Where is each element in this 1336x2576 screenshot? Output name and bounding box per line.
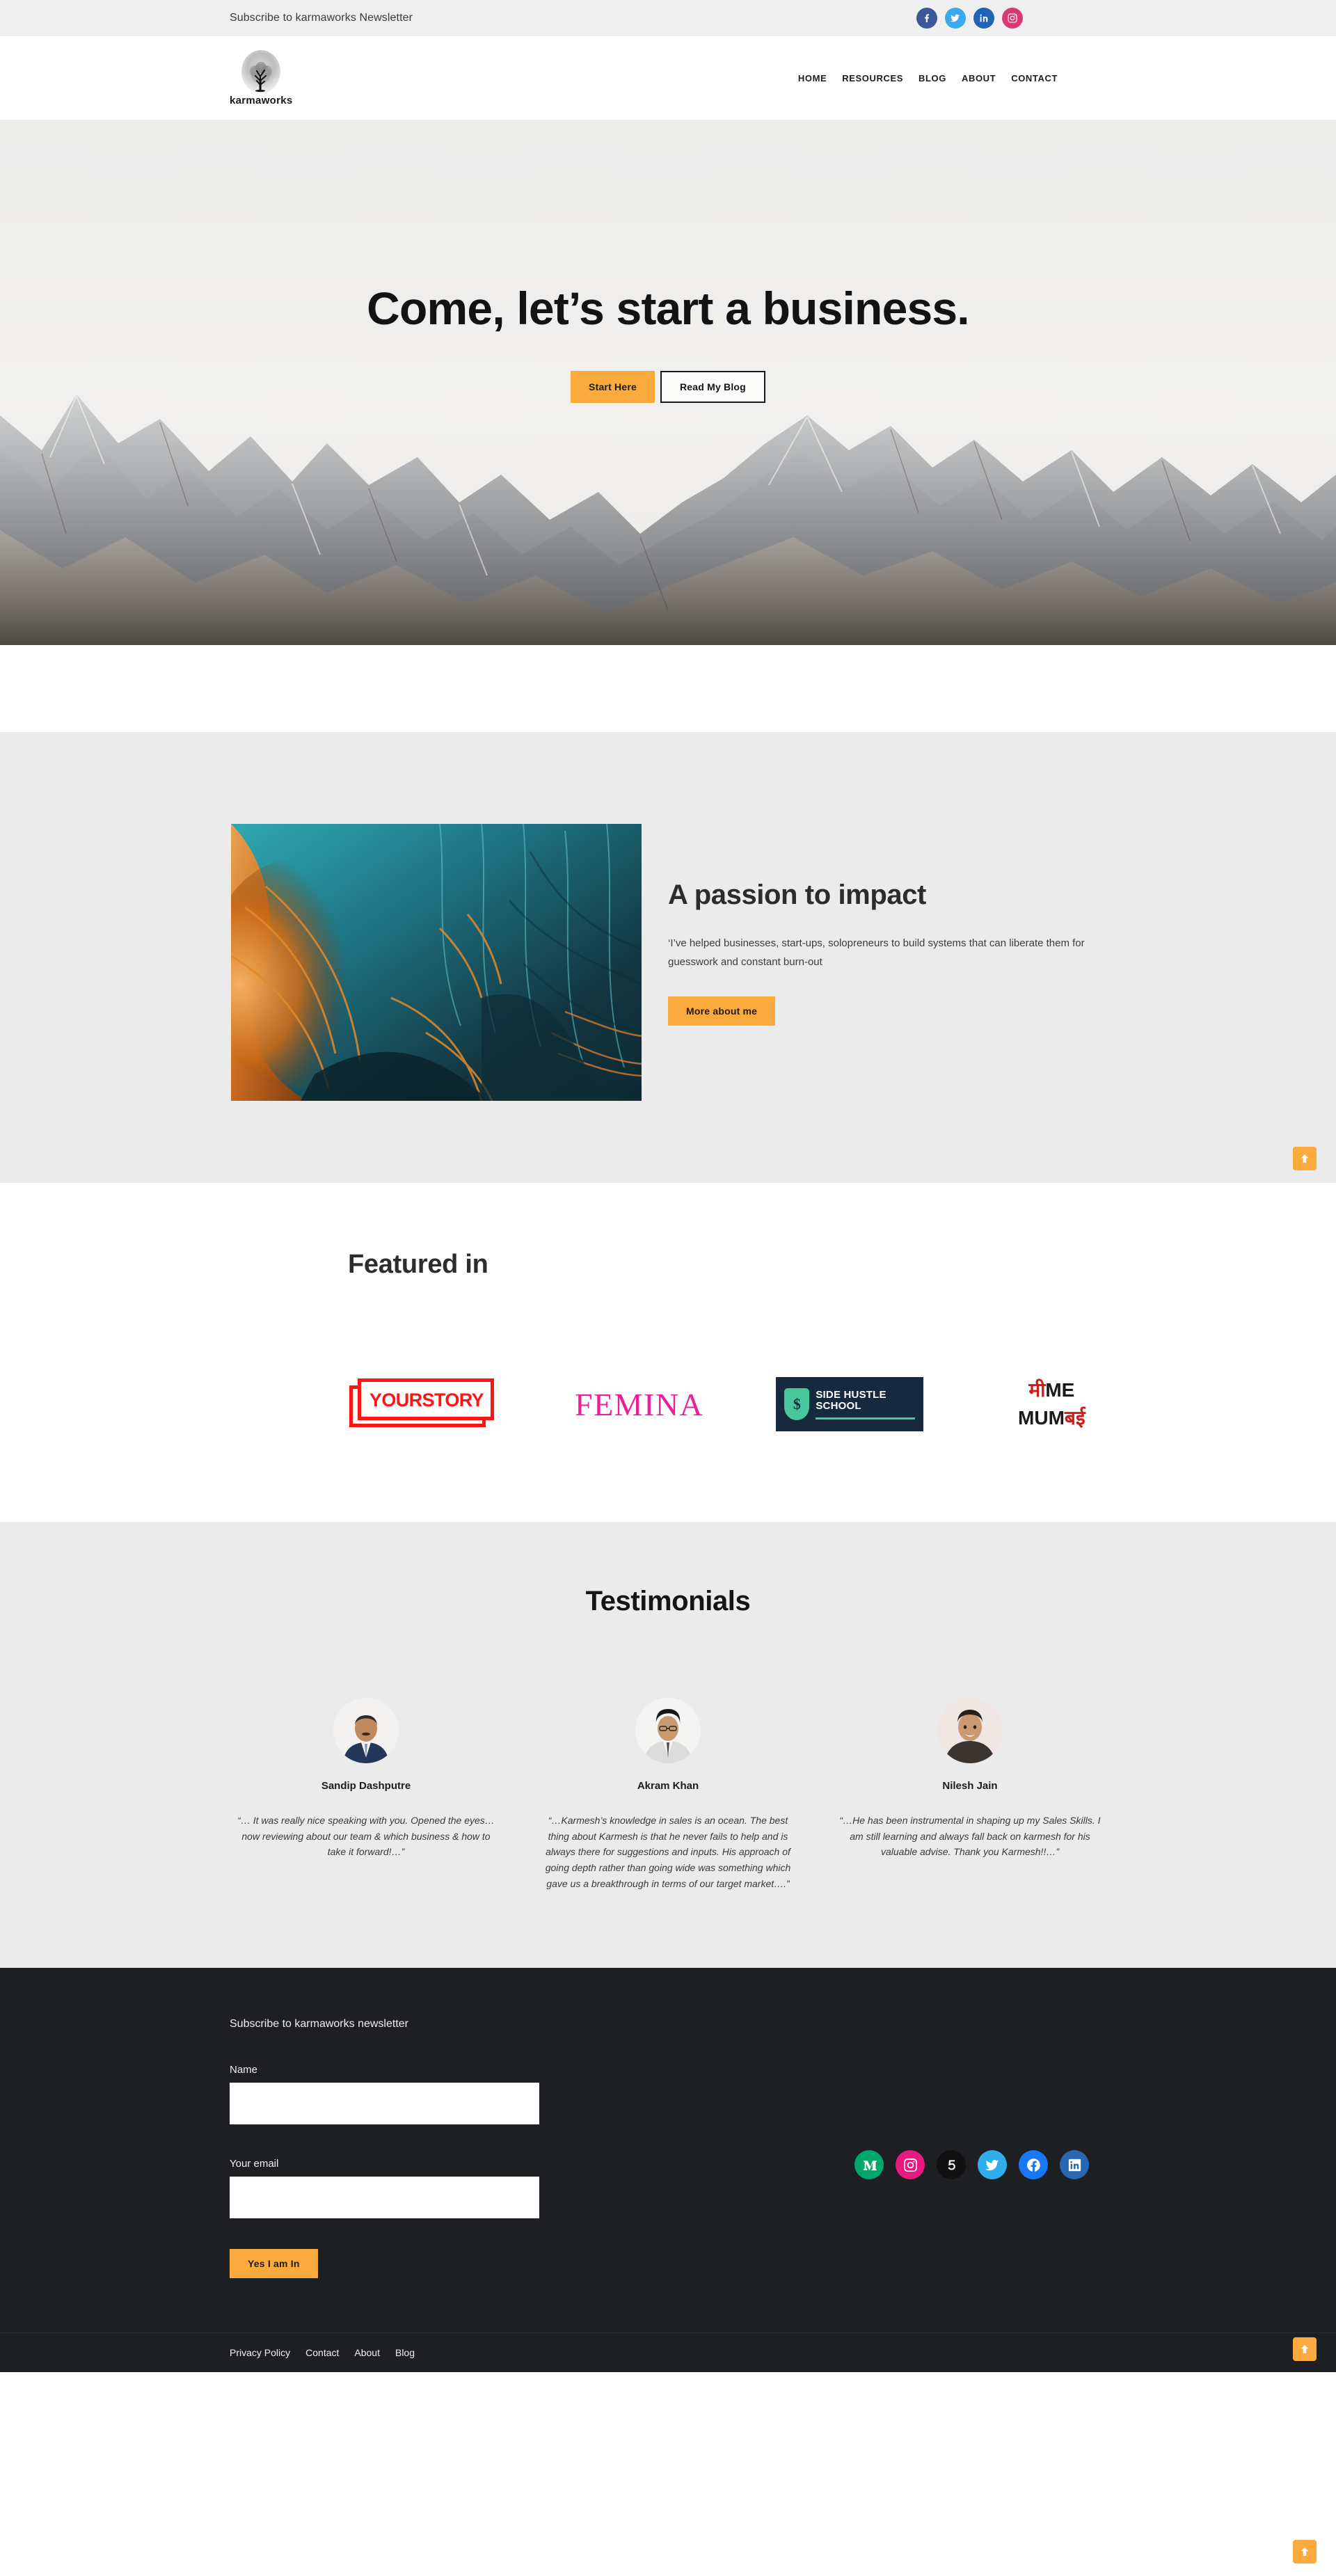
mime-logo-line2-latin: MUM [1018,1407,1065,1429]
about-title: A passion to impact [668,880,926,910]
medium-icon[interactable] [854,2150,884,2180]
testimonials-title: Testimonials [585,1586,751,1616]
featured-in-section: Featured in YOURSTORY FEMINA $ SIDE HUST… [0,1183,1336,2563]
mime-mumbai-logo[interactable]: मीME MUMबई [996,1379,1107,1429]
footer-link-contact[interactable]: Contact [305,2347,339,2358]
arrow-up-icon [1301,2345,1309,2354]
mime-logo-line2-devanagari: बई [1064,1407,1086,1429]
testimonial-card: Nilesh Jain “…He has been instrumental i… [834,1698,1106,1860]
newsletter-title: Subscribe to karmaworks newsletter [230,2018,408,2030]
testimonial-name: Sandip Dashputre [321,1780,411,1792]
nav-item-resources[interactable]: RESOURCES [842,73,903,84]
featured-in-title: Featured in [348,1250,488,1279]
dollar-shield-icon: $ [784,1388,810,1420]
about-section: A passion to impact ‘I’ve helped busines… [0,732,1336,1183]
site-footer: Subscribe to karmaworks newsletter Name … [0,1968,1336,2373]
nav-item-contact[interactable]: CONTACT [1011,73,1058,84]
instagram-icon[interactable] [1002,8,1023,29]
femina-logo[interactable]: FEMINA [575,1386,703,1423]
linkedin-icon[interactable] [973,8,994,29]
arrow-up-icon [1301,1154,1309,1163]
yourstory-logo-text: YOURSTORY [369,1390,484,1410]
facebook-icon[interactable] [916,8,937,29]
featured-logo-row: YOURSTORY FEMINA $ SIDE HUSTLE SCHOOL मी… [118,1377,1218,1431]
twitter-icon[interactable] [978,2150,1007,2180]
side-hustle-school-logo-text: SIDE HUSTLE SCHOOL [816,1389,916,1420]
abstract-art-image [231,824,642,1101]
mime-logo-line1-devanagari: मी [1028,1378,1046,1401]
testimonial-quote: “…Karmesh’s knowledge in sales is an oce… [545,1815,791,1889]
testimonial-name: Nilesh Jain [942,1780,998,1792]
testimonial-card: Akram Khan “…Karmesh’s knowledge in sale… [532,1698,804,1891]
name-field-label: Name [230,2064,258,2076]
newsletter-form: Subscribe to karmaworks newsletter Name … [230,2018,661,2279]
nav-item-about[interactable]: ABOUT [962,73,996,84]
brand-name: karmaworks [230,94,293,106]
more-about-me-button[interactable]: More about me [668,996,776,1026]
500px-icon[interactable] [937,2150,966,2180]
avatar [635,1698,701,1763]
name-input[interactable] [230,2083,539,2125]
footer-link-blog[interactable]: Blog [395,2347,415,2358]
footer-social-links [854,2018,1106,2180]
scroll-to-top-button[interactable] [1293,2337,1317,2362]
yourstory-logo[interactable]: YOURSTORY [348,1377,502,1431]
testimonial-grid: Sandip Dashputre “… It was really nice s… [230,1698,1106,1891]
linkedin-icon[interactable] [1060,2150,1089,2180]
hero-content: Come, let’s start a business. Start Here… [0,120,1336,404]
footer-links: Privacy Policy Contact About Blog [230,2347,1106,2358]
hero-spacer [0,645,1336,732]
footer-bottom-bar: Privacy Policy Contact About Blog [0,2332,1336,2372]
brand-logo[interactable]: karmaworks [230,49,293,106]
read-my-blog-button[interactable]: Read My Blog [660,371,765,404]
testimonials-section: Testimonials Sandip Dashputre “… It was … [0,1522,1336,1969]
avatar [333,1698,399,1763]
mime-logo-line1-latin: ME [1045,1378,1075,1401]
hero-section: Come, let’s start a business. Start Here… [0,120,1336,645]
nav-item-home[interactable]: HOME [798,73,827,84]
instagram-icon[interactable] [896,2150,925,2180]
footer-link-privacy-policy[interactable]: Privacy Policy [230,2347,290,2358]
testimonial-name: Akram Khan [637,1780,699,1792]
tree-logo-icon [241,49,281,93]
topbar-social-links [916,8,1023,29]
hero-cta-group: Start Here Read My Blog [0,371,1336,404]
testimonial-quote: “…He has been instrumental in shaping up… [839,1815,1101,1858]
twitter-icon[interactable] [945,8,966,29]
avatar [937,1698,1003,1763]
site-header: karmaworks HOME RESOURCES BLOG ABOUT CON… [0,36,1336,120]
top-announcement-bar: Subscribe to karmaworks Newsletter [0,0,1336,36]
email-field-label: Your email [230,2158,279,2170]
newsletter-prompt: Subscribe to karmaworks Newsletter [230,12,413,24]
side-hustle-school-logo[interactable]: $ SIDE HUSTLE SCHOOL [776,1377,924,1431]
scroll-to-top-button[interactable] [1293,1147,1317,1170]
femina-logo-text: FEMINA [575,1386,704,1422]
hero-title: Come, let’s start a business. [367,283,969,334]
testimonial-card: Sandip Dashputre “… It was really nice s… [230,1698,502,1860]
footer-link-about[interactable]: About [354,2347,380,2358]
facebook-icon[interactable] [1019,2150,1048,2180]
scroll-to-top-button[interactable] [1293,2540,1317,2563]
email-input[interactable] [230,2177,539,2219]
start-here-button[interactable]: Start Here [571,371,655,404]
arrow-up-icon [1301,2547,1309,2556]
testimonial-quote: “… It was really nice speaking with you.… [237,1815,495,1858]
about-description: ‘I’ve helped businesses, start-ups, solo… [668,937,1085,968]
nav-item-blog[interactable]: BLOG [918,73,946,84]
subscribe-button[interactable]: Yes I am In [230,2249,318,2279]
main-navigation: HOME RESOURCES BLOG ABOUT CONTACT [798,73,1058,84]
